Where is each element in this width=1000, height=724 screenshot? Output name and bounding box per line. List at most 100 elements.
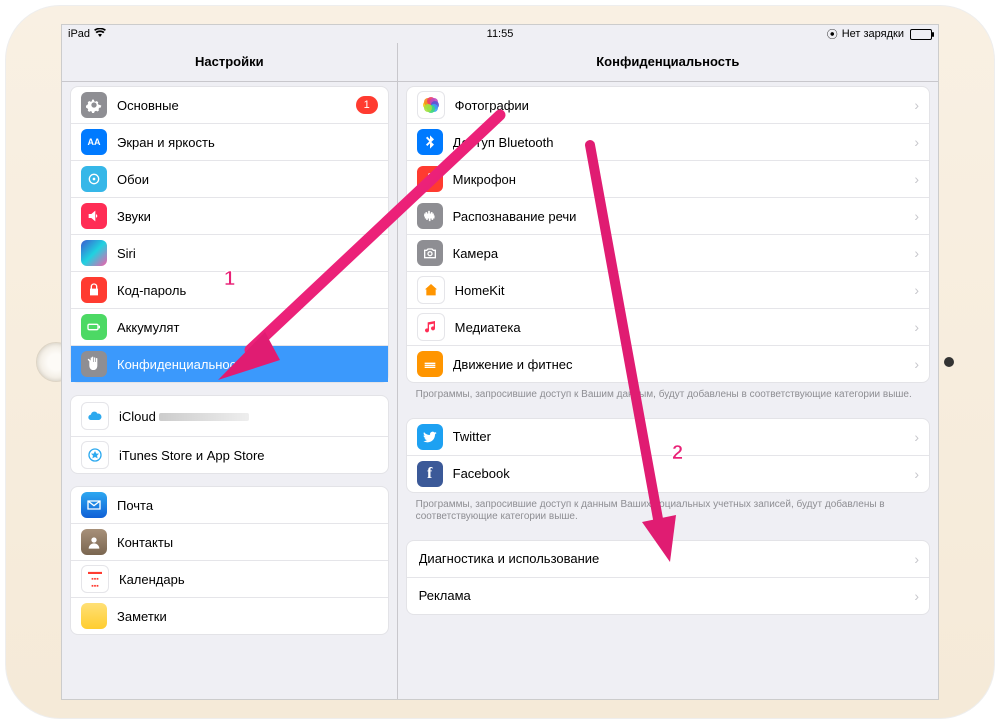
privacy-facebook[interactable]: f Facebook › — [407, 455, 929, 492]
battery-icon — [910, 29, 932, 40]
sidebar-item-sounds[interactable]: Звуки — [71, 197, 388, 234]
sidebar-item-icloud[interactable]: iCloud — [71, 396, 388, 436]
camera-dot — [944, 357, 954, 367]
privacy-twitter[interactable]: Twitter › — [407, 419, 929, 455]
bluetooth-icon — [417, 129, 443, 155]
row-label: Микрофон — [453, 172, 909, 187]
chevron-right-icon: › — [914, 429, 919, 445]
item-label: Основные — [117, 98, 356, 113]
chevron-right-icon: › — [914, 588, 919, 604]
privacy-diagnostics[interactable]: Диагностика и использование › — [407, 541, 929, 577]
sidebar-item-mail[interactable]: Почта — [71, 487, 388, 523]
item-label: Заметки — [117, 609, 378, 624]
stage: iPad 11:55 ⦿ Нет зарядки Настройки — [0, 0, 1000, 724]
sidebar-item-privacy[interactable]: Конфиденциальность — [71, 345, 388, 382]
sidebar-item-general[interactable]: Основные 1 — [71, 87, 388, 123]
wifi-icon — [94, 28, 106, 40]
sidebar-item-siri[interactable]: Siri — [71, 234, 388, 271]
notes-icon — [81, 603, 107, 629]
lock-icon — [81, 277, 107, 303]
gear-icon — [81, 92, 107, 118]
item-label: Обои — [117, 172, 378, 187]
item-label: Siri — [117, 246, 378, 261]
sidebar-item-calendar[interactable]: ▬▬▪▪▪▪▪▪ Календарь — [71, 560, 388, 597]
chevron-right-icon: › — [914, 319, 919, 335]
chevron-right-icon: › — [914, 282, 919, 298]
sidebar-item-contacts[interactable]: Контакты — [71, 523, 388, 560]
detail-pane: Конфиденциальность Фотографии › Доступ B… — [398, 43, 938, 699]
wallpaper-icon — [81, 166, 107, 192]
row-label: Реклама — [419, 588, 909, 603]
microphone-icon — [417, 166, 443, 192]
appstore-icon — [81, 441, 109, 469]
privacy-bluetooth[interactable]: Доступ Bluetooth › — [407, 123, 929, 160]
sidebar-item-brightness[interactable]: AA Экран и яркость — [71, 123, 388, 160]
privacy-speech[interactable]: Распознавание речи › — [407, 197, 929, 234]
sidebar-item-wallpaper[interactable]: Обои — [71, 160, 388, 197]
row-label: Facebook — [453, 466, 909, 481]
status-bar: iPad 11:55 ⦿ Нет зарядки — [62, 25, 938, 43]
sound-icon — [81, 203, 107, 229]
chevron-right-icon: › — [914, 134, 919, 150]
chevron-right-icon: › — [914, 245, 919, 261]
calendar-icon: ▬▬▪▪▪▪▪▪ — [81, 565, 109, 593]
item-label: Почта — [117, 498, 378, 513]
sidebar-item-battery[interactable]: Аккумулят — [71, 308, 388, 345]
motion-icon — [417, 351, 443, 377]
privacy-microphone[interactable]: Микрофон › — [407, 160, 929, 197]
row-label: Доступ Bluetooth — [453, 135, 909, 150]
siri-icon — [81, 240, 107, 266]
row-label: HomeKit — [455, 283, 909, 298]
brightness-icon: AA — [81, 129, 107, 155]
item-label: iCloud — [119, 409, 378, 424]
item-label: Конфиденциальность — [117, 357, 378, 372]
item-label: Звуки — [117, 209, 378, 224]
badge: 1 — [356, 96, 378, 114]
chevron-right-icon: › — [914, 466, 919, 482]
chevron-right-icon: › — [914, 208, 919, 224]
mail-icon — [81, 492, 107, 518]
device-frame: iPad 11:55 ⦿ Нет зарядки Настройки — [5, 5, 995, 719]
privacy-media[interactable]: Медиатека › — [407, 308, 929, 345]
battery-text: Нет зарядки — [842, 28, 904, 40]
photos-icon — [417, 91, 445, 119]
privacy-motion[interactable]: Движение и фитнес › — [407, 345, 929, 382]
row-label: Распознавание речи — [453, 209, 909, 224]
row-label: Диагностика и использование — [419, 551, 909, 566]
footer-text-1: Программы, запросившие доступ к Вашим да… — [398, 383, 938, 406]
annotation-number-1: 1 — [224, 268, 235, 291]
chevron-right-icon: › — [914, 356, 919, 372]
device-label: iPad — [68, 28, 90, 40]
chevron-right-icon: › — [914, 551, 919, 567]
contacts-icon — [81, 529, 107, 555]
chevron-right-icon: › — [914, 97, 919, 113]
settings-sidebar: Настройки Основные 1 AA Экран и яркость — [62, 43, 398, 699]
sidebar-title: Настройки — [62, 43, 397, 82]
item-label: Календарь — [119, 572, 378, 587]
privacy-ads[interactable]: Реклама › — [407, 577, 929, 614]
item-label: Аккумулят — [117, 320, 378, 335]
footer-text-2: Программы, запросившие доступ к данным В… — [398, 493, 938, 528]
chevron-right-icon: › — [914, 171, 919, 187]
row-label: Камера — [453, 246, 909, 261]
camera-icon — [417, 240, 443, 266]
detail-title: Конфиденциальность — [398, 43, 938, 82]
item-label: iTunes Store и App Store — [119, 448, 378, 463]
music-icon — [417, 313, 445, 341]
item-label: Код-пароль — [117, 283, 378, 298]
screen: iPad 11:55 ⦿ Нет зарядки Настройки — [61, 24, 939, 700]
home-icon — [417, 276, 445, 304]
clock: 11:55 — [487, 28, 514, 40]
orientation-lock-icon: ⦿ — [827, 26, 838, 42]
sidebar-item-itunes[interactable]: iTunes Store и App Store — [71, 436, 388, 473]
waveform-icon — [417, 203, 443, 229]
facebook-icon: f — [417, 461, 443, 487]
cloud-icon — [81, 402, 109, 430]
privacy-homekit[interactable]: HomeKit › — [407, 271, 929, 308]
privacy-camera[interactable]: Камера › — [407, 234, 929, 271]
battery-icon — [81, 314, 107, 340]
row-label: Движение и фитнес — [453, 357, 909, 372]
privacy-photos[interactable]: Фотографии › — [407, 87, 929, 123]
sidebar-item-notes[interactable]: Заметки — [71, 597, 388, 634]
row-label: Медиатека — [455, 320, 909, 335]
